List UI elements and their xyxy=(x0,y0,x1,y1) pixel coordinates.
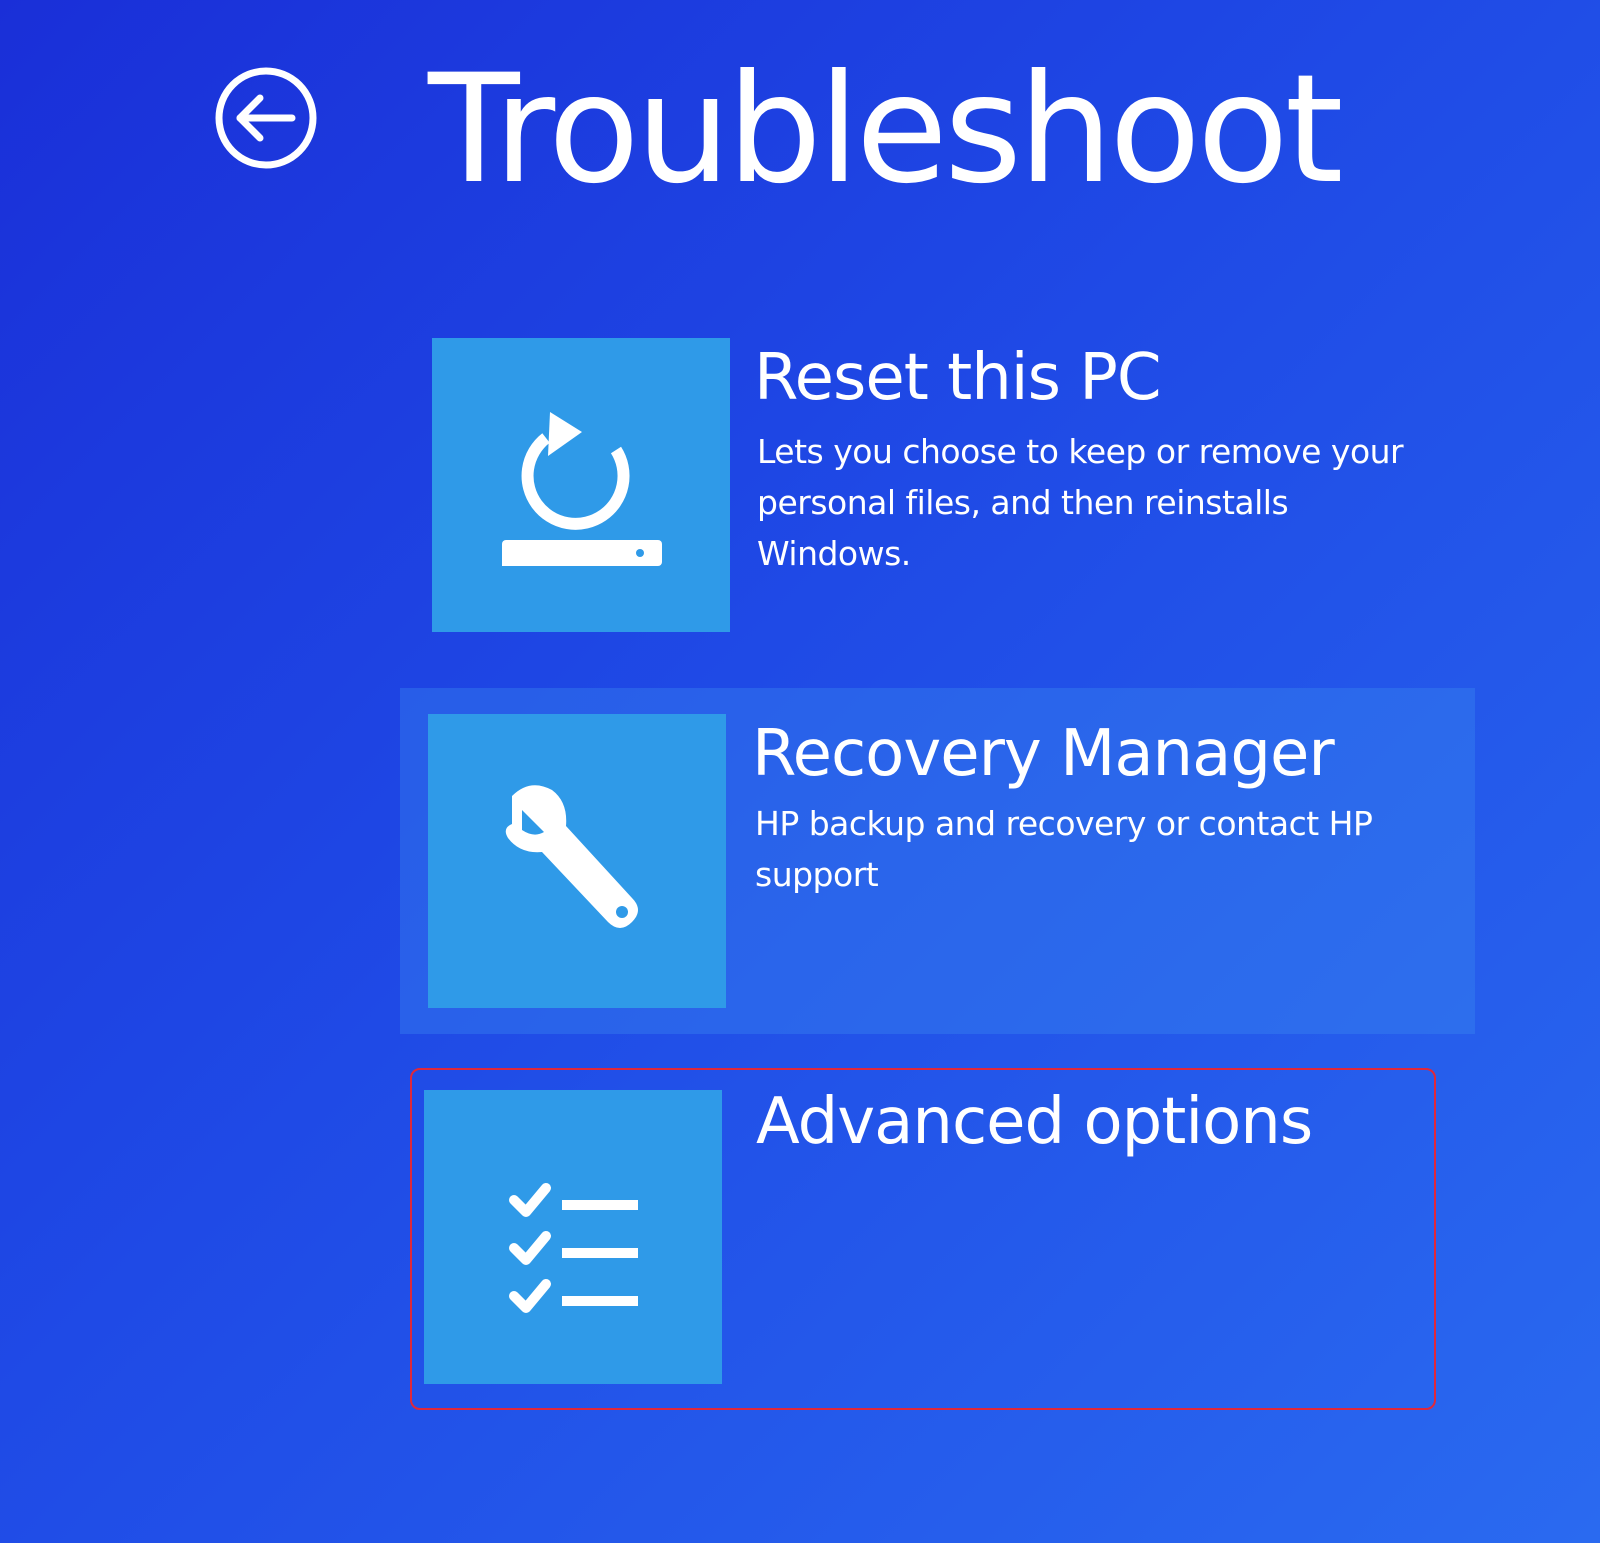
page-title: Troubleshoot xyxy=(428,43,1344,217)
advanced-options-tile xyxy=(424,1090,722,1384)
reset-this-pc-description: Lets you choose to keep or remove your p… xyxy=(757,432,1404,573)
back-arrow-icon[interactable] xyxy=(212,64,320,172)
recovery-manager-description: HP backup and recovery or contact HP sup… xyxy=(755,804,1373,894)
recovery-manager-title: Recovery Manager xyxy=(752,717,1335,791)
recovery-manager-tile xyxy=(428,714,726,1008)
recovery-manager-option[interactable]: Recovery Manager HP backup and recovery … xyxy=(400,688,1475,1034)
wrench-icon xyxy=(482,766,672,956)
reset-pc-icon xyxy=(486,390,676,580)
reset-pc-tile xyxy=(432,338,730,632)
reset-this-pc-title: Reset this PC xyxy=(754,341,1162,415)
advanced-options-option[interactable]: Advanced options xyxy=(410,1068,1436,1410)
reset-this-pc-option[interactable]: Reset this PC Lets you choose to keep or… xyxy=(432,338,1512,634)
advanced-options-title: Advanced options xyxy=(756,1085,1313,1159)
back-button[interactable] xyxy=(212,64,320,172)
checklist-icon xyxy=(478,1142,668,1332)
